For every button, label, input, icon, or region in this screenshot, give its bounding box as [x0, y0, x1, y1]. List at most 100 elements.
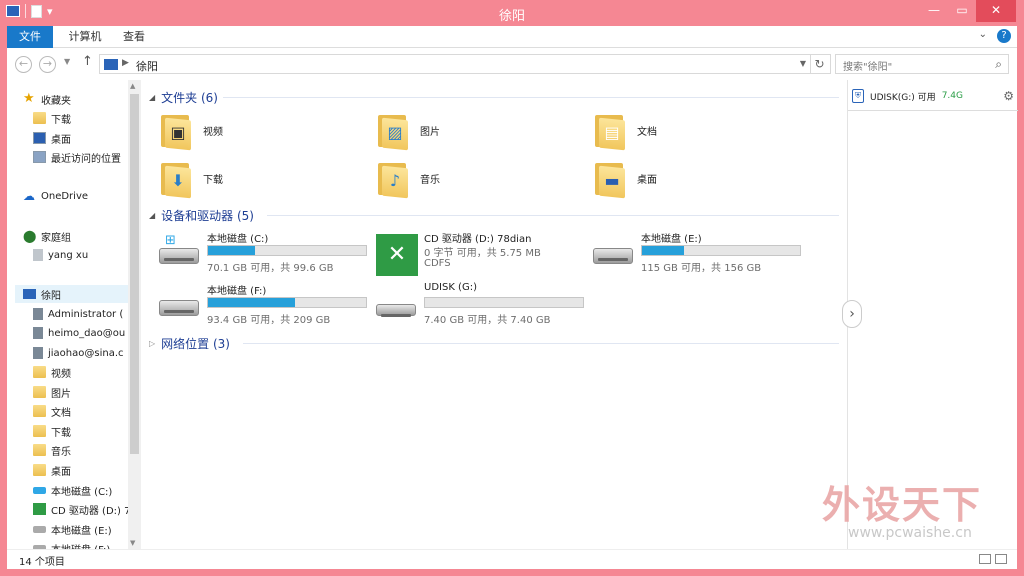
drive-free-space: 70.1 GB 可用，共 99.6 GB: [207, 263, 334, 274]
tab-computer[interactable]: 计算机: [63, 26, 107, 48]
maximize-button[interactable]: ▭: [948, 0, 976, 22]
sidebar-item-homegroup[interactable]: ⬤ 家庭组: [23, 227, 71, 245]
breadcrumb-separator-icon[interactable]: ▶: [122, 58, 129, 68]
drive-tile-d[interactable]: ✕ CD 驱动器 (D:) 78dian 0 字节 可用，共 5.75 MB C…: [376, 230, 586, 278]
up-button[interactable]: ↑: [82, 54, 93, 69]
sidebar-item-this-pc[interactable]: 徐阳: [15, 285, 128, 303]
window-controls: — ▭ ✕: [920, 0, 1016, 22]
sidebar-item-recent-places[interactable]: 最近访问的位置: [33, 148, 121, 166]
large-icons-view-icon[interactable]: [995, 554, 1007, 564]
windows-drive-icon: [33, 486, 46, 494]
address-bar[interactable]: ▶ 徐阳 ▼: [99, 54, 811, 74]
collapse-chevron-icon[interactable]: ◢: [149, 93, 155, 102]
pane-toggle-button[interactable]: ›: [842, 300, 862, 328]
folder-tile[interactable]: ⬇ 下载: [159, 156, 223, 200]
drive-tile-f[interactable]: 本地磁盘 (F:) 93.4 GB 可用，共 209 GB: [159, 282, 369, 330]
drive-tile-g[interactable]: UDISK (G:) 7.40 GB 可用，共 7.40 GB: [376, 282, 586, 330]
expand-chevron-icon[interactable]: ▷: [149, 339, 155, 348]
scrollbar-thumb[interactable]: [130, 94, 139, 454]
sidebar-item-onedrive[interactable]: ☁ OneDrive: [23, 187, 88, 205]
group-divider: [243, 343, 839, 344]
user-icon: [33, 249, 43, 261]
sidebar-item-label: yang xu: [48, 249, 89, 261]
sidebar-item-yang-xu[interactable]: yang xu: [33, 246, 88, 264]
sidebar-item-drive-c[interactable]: 本地磁盘 (C:): [33, 481, 112, 499]
forward-button[interactable]: →: [39, 56, 56, 73]
folder-tile[interactable]: ▤ 文档: [593, 108, 657, 152]
sidebar-item-music[interactable]: 音乐: [33, 441, 71, 459]
sidebar-item-favorites[interactable]: ★ 收藏夹: [23, 90, 71, 108]
drive-usage-bar: [207, 297, 367, 308]
folder-tile[interactable]: ▣ 视频: [159, 108, 223, 152]
drive-free-space: 115 GB 可用，共 156 GB: [641, 263, 762, 274]
help-icon[interactable]: ?: [997, 29, 1011, 43]
divider: [848, 110, 1018, 111]
sidebar-item-administrator[interactable]: Administrator (: [33, 305, 123, 323]
tab-view[interactable]: 查看: [117, 26, 151, 48]
nav-scrollbar[interactable]: ▲ ▼: [128, 80, 141, 549]
drive-usage-fill: [208, 298, 296, 307]
details-view-icon[interactable]: [979, 554, 991, 564]
music-folder-icon: [33, 444, 46, 456]
sidebar-item-label: 下载: [51, 114, 71, 126]
folder-label: 视频: [203, 126, 223, 138]
drive-name: 本地磁盘 (C:): [207, 234, 269, 245]
group-header-network[interactable]: ▷ 网络位置 (3): [149, 333, 230, 353]
drive-tile-c[interactable]: ⊞ 本地磁盘 (C:) 70.1 GB 可用，共 99.6 GB: [159, 230, 369, 278]
videos-folder-icon: ▣: [159, 111, 193, 151]
usb-status-row[interactable]: ⛨ UDISK(G:) 可用 7.4G ⚙: [852, 84, 1014, 108]
sidebar-item-desktop[interactable]: 桌面: [33, 129, 71, 147]
watermark: 外设天下 www.pcwaishe.cn: [822, 474, 1012, 541]
folder-tile[interactable]: ♪ 音乐: [376, 156, 440, 200]
group-title: 设备和驱动器 (5): [161, 208, 254, 223]
back-button[interactable]: ←: [15, 56, 32, 73]
sidebar-item-drive-e[interactable]: 本地磁盘 (E:): [33, 520, 112, 538]
close-button[interactable]: ✕: [976, 0, 1016, 22]
recent-locations-icon[interactable]: ▼: [64, 57, 70, 66]
desktop-icon: [33, 132, 46, 144]
sidebar-item-downloads-2[interactable]: 下载: [33, 422, 71, 440]
sidebar-item-label: CD 驱动器 (D:) 7: [51, 505, 131, 517]
folder-tile[interactable]: ▬ 桌面: [593, 156, 657, 200]
homegroup-icon: ⬤: [23, 229, 37, 243]
address-history-icon[interactable]: ▼: [800, 59, 806, 68]
sidebar-item-jiaohao[interactable]: jiaohao@sina.c: [33, 344, 124, 362]
sidebar-item-drive-f[interactable]: 本地磁盘 (F:): [33, 539, 110, 549]
sidebar-item-drive-d[interactable]: CD 驱动器 (D:) 7: [33, 500, 130, 518]
scroll-up-icon[interactable]: ▲: [130, 82, 135, 90]
drive-tile-e[interactable]: 本地磁盘 (E:) 115 GB 可用，共 156 GB: [593, 230, 803, 278]
cd-drive-icon: ✕: [376, 234, 418, 276]
tab-file[interactable]: 文件: [7, 26, 53, 48]
title-bar: ▾ 徐阳 — ▭ ✕: [0, 0, 1024, 26]
folder-label: 下载: [203, 174, 223, 186]
drive-free-space: 93.4 GB 可用，共 209 GB: [207, 315, 331, 326]
sidebar-item-label: 音乐: [51, 446, 71, 458]
folder-tile[interactable]: ▨ 图片: [376, 108, 440, 152]
sidebar-item-desktop-2[interactable]: 桌面: [33, 461, 71, 479]
group-header-drives[interactable]: ◢ 设备和驱动器 (5): [149, 205, 254, 225]
drive-name: 本地磁盘 (E:): [641, 234, 702, 245]
search-input[interactable]: 搜索"徐阳" ⌕: [835, 54, 1009, 74]
sidebar-item-downloads[interactable]: 下载: [33, 109, 71, 127]
star-icon: ★: [23, 91, 35, 106]
downloads-folder-icon: ⬇: [159, 159, 193, 199]
expand-ribbon-icon[interactable]: ⌄: [979, 29, 987, 43]
breadcrumb[interactable]: 徐阳: [136, 58, 158, 74]
sidebar-item-documents[interactable]: 文档: [33, 402, 71, 420]
downloads-folder-icon: [33, 425, 46, 437]
sidebar-item-label: jiaohao@sina.c: [48, 347, 124, 359]
sidebar-item-label: 视频: [51, 368, 71, 380]
pictures-folder-icon: ▨: [376, 111, 410, 151]
gear-icon[interactable]: ⚙: [1003, 89, 1014, 103]
cd-drive-icon: [33, 503, 46, 515]
sidebar-item-heimo-dao[interactable]: heimo_dao@ou: [33, 324, 125, 342]
collapse-chevron-icon[interactable]: ◢: [149, 211, 155, 220]
scroll-down-icon[interactable]: ▼: [130, 539, 135, 547]
search-icon[interactable]: ⌕: [995, 57, 1002, 72]
refresh-button[interactable]: ↻: [809, 54, 831, 74]
sidebar-item-pictures[interactable]: 图片: [33, 383, 71, 401]
ribbon-tabs: 文件 计算机 查看 ⌄ ?: [7, 26, 1017, 48]
minimize-button[interactable]: —: [920, 0, 948, 22]
group-header-folders[interactable]: ◢ 文件夹 (6): [149, 87, 218, 107]
sidebar-item-videos[interactable]: 视频: [33, 363, 71, 381]
